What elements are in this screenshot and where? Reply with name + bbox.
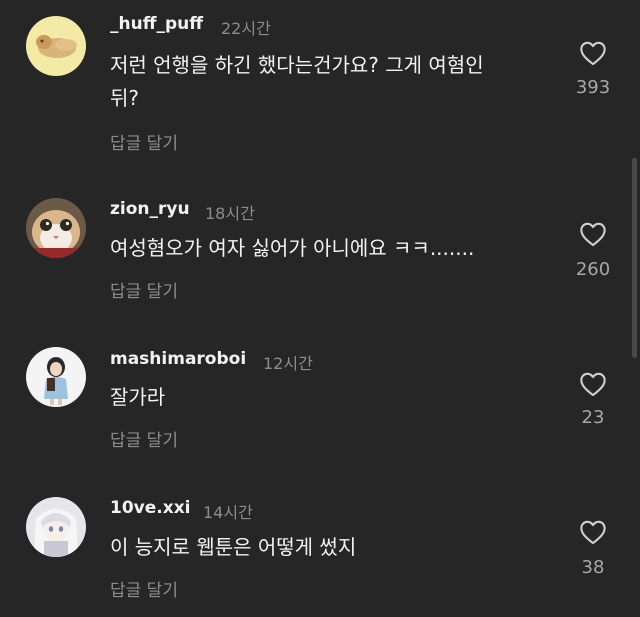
like-count: 38 [581,557,605,578]
reply-button[interactable]: 답글 달기 [110,576,178,601]
scrollbar-thumb[interactable] [632,158,637,358]
comment-item: 10ve.xxi 14시간 이 능지로 웹툰은 어떻게 썼지 답글 달기 38 [0,0,640,617]
comment-timestamp: 14시간 [203,503,253,522]
like-button[interactable] [579,519,607,545]
comment-text: 이 능지로 웹툰은 어떻게 썼지 [110,535,357,559]
comment-username[interactable]: 10ve.xxi [110,498,190,518]
avatar-image [26,497,86,557]
avatar[interactable] [26,497,86,557]
heart-outline-icon [580,520,606,545]
